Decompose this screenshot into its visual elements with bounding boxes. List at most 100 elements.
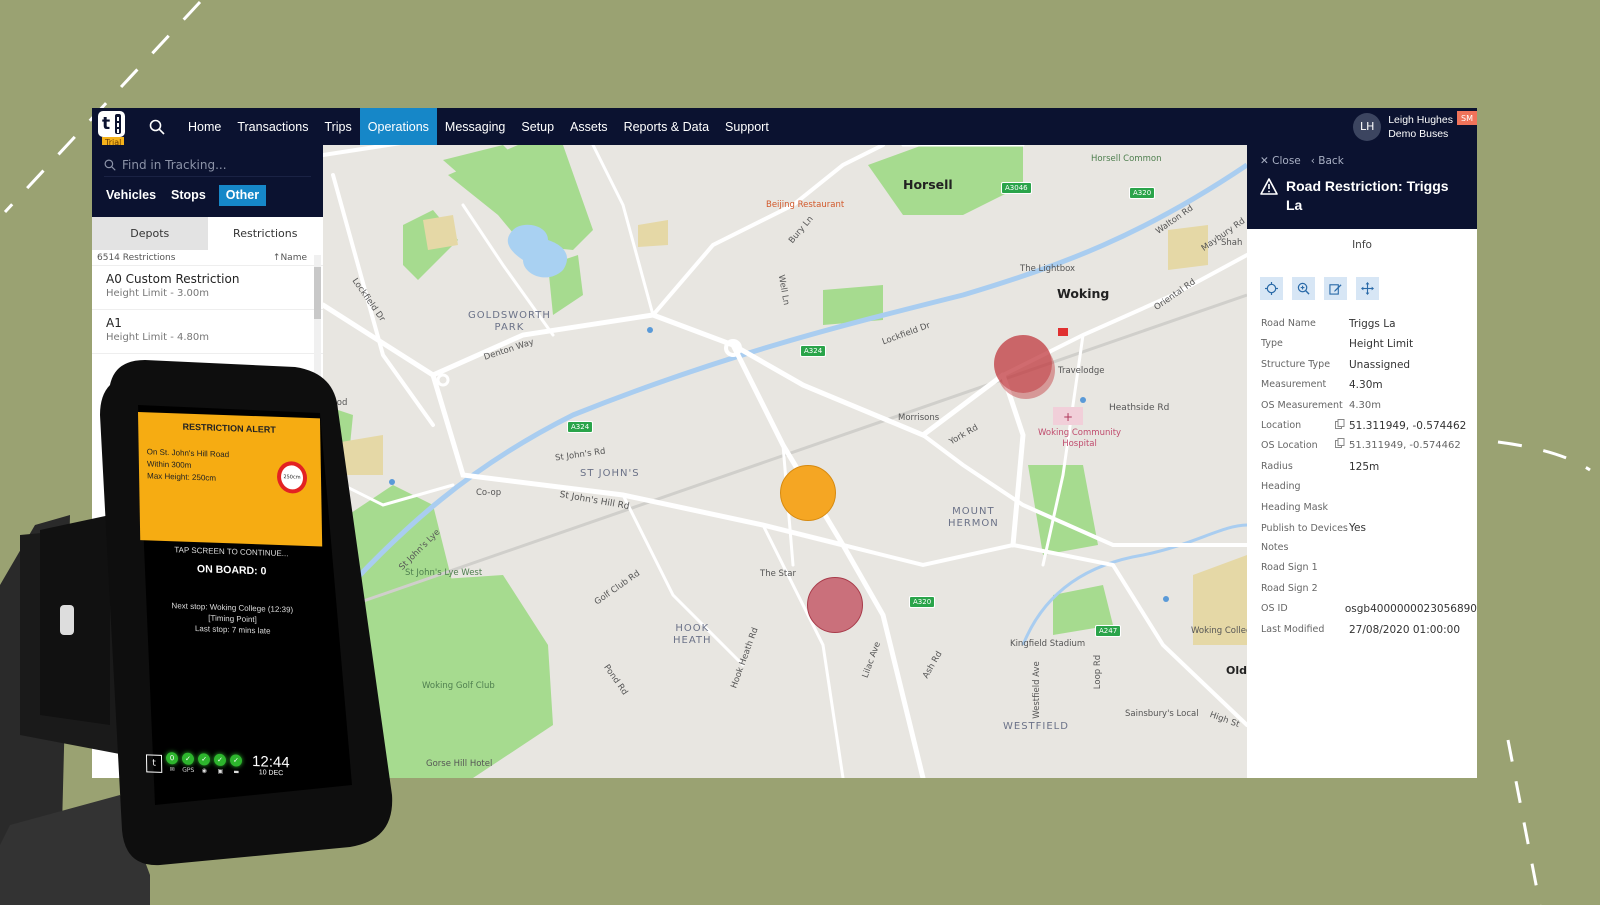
edit-button[interactable] (1324, 277, 1347, 300)
restriction-marker[interactable] (807, 577, 863, 633)
bus-stop-marker[interactable] (1080, 397, 1086, 403)
property-row: Structure Type Unassigned (1261, 355, 1477, 375)
bus-stop-marker[interactable] (389, 479, 395, 485)
property-value-text: 4.30m (1349, 379, 1383, 392)
restriction-marker-selected[interactable] (994, 335, 1052, 393)
zoom-to-button[interactable] (1292, 277, 1315, 300)
app-logo[interactable]: t Trial (96, 108, 132, 148)
poi-woking-golf-club[interactable]: Woking Golf Club (422, 681, 495, 691)
restriction-marker-alert[interactable] (780, 465, 836, 521)
property-value-text: 27/08/2020 01:00:00 (1349, 623, 1461, 636)
device-screen[interactable]: RESTRICTION ALERT On St. John's Hill Roa… (138, 412, 327, 814)
scrollbar-thumb[interactable] (314, 267, 321, 319)
poi-st-johns-lye-west[interactable]: St John's Lye West (405, 568, 482, 578)
property-key: Notes (1261, 542, 1289, 554)
tap-to-continue: TAP SCREEN TO CONTINUE... (174, 545, 289, 559)
search-button[interactable] (142, 108, 172, 145)
poi-gorse-hill-hotel[interactable]: Gorse Hill Hotel (426, 759, 492, 769)
poi-woking-community-hospital[interactable]: Woking Community Hospital (1038, 428, 1121, 450)
mail-icon: ✉ (169, 766, 175, 774)
height-limit-sign-icon: 250cm (276, 460, 308, 494)
poi-sainsburys-local[interactable]: Sainsbury's Local (1125, 709, 1199, 719)
poi-beijing-restaurant[interactable]: Beijing Restaurant (766, 200, 844, 210)
type-tabs: Vehicles Stops Other (104, 185, 311, 206)
poi-the-star[interactable]: The Star (760, 569, 796, 579)
property-key: Last Modified (1261, 623, 1325, 635)
road-shield-a3046: A3046 (1001, 182, 1032, 194)
map-view[interactable]: + Horsell Woking GOLDSWORTH PARK ST JOHN… (323, 145, 1247, 778)
back-button[interactable]: ‹ Back (1311, 155, 1344, 167)
nav-reports-data[interactable]: Reports & Data (616, 108, 717, 145)
list-item[interactable]: A1 Height Limit - 4.80m (92, 310, 323, 354)
road-shield-a320: A320 (1129, 187, 1156, 199)
copy-icon[interactable] (1335, 436, 1345, 456)
tab-vehicles[interactable]: Vehicles (104, 185, 163, 206)
property-value: Height Limit (1349, 334, 1413, 354)
map-label-hook-heath: HOOK HEATH (673, 623, 712, 646)
poi-kingfield-stadium[interactable]: Kingfield Stadium (1010, 639, 1085, 649)
tab-other[interactable]: Other (218, 185, 267, 206)
top-nav-bar: t Trial Home Transactions Trips Operatio… (92, 108, 1477, 148)
sports-area (638, 220, 668, 247)
poi-the-lightbox[interactable]: The Lightbox (1020, 264, 1075, 274)
move-button[interactable] (1356, 277, 1379, 300)
nav-support[interactable]: Support (717, 108, 777, 145)
nav-messaging[interactable]: Messaging (437, 108, 513, 145)
property-key: Radius (1261, 460, 1293, 472)
property-value: 27/08/2020 01:00:00 (1349, 620, 1460, 640)
property-row: Road Sign 1 (1261, 558, 1477, 578)
status-mail[interactable]: 0 ✉ (165, 752, 179, 774)
poi-morrisons[interactable]: Morrisons (898, 413, 939, 423)
property-value-text: 51.311949, -0.574462 (1349, 440, 1461, 452)
zoom-in-icon (1297, 282, 1310, 295)
property-row: Publish to Devices Yes (1261, 518, 1477, 538)
restriction-detail-panel: ✕ Close ‹ Back Road Restriction: Triggs … (1247, 145, 1477, 778)
map-label-old: Old (1226, 664, 1247, 677)
poi-co-op[interactable]: Co-op (476, 488, 501, 498)
property-row: Type Height Limit (1261, 334, 1477, 354)
road-shield-a247: A247 (1095, 625, 1122, 637)
property-value: 4.30m (1349, 375, 1383, 395)
copy-icon[interactable] (1335, 416, 1345, 436)
properties-list: Road Name Triggs La Type Height Limit Struct… (1247, 314, 1477, 640)
property-key: Measurement (1261, 379, 1327, 391)
status-printer[interactable]: ✓ ▬ (229, 754, 243, 776)
poi-food[interactable]: Food (327, 398, 347, 408)
nav-home[interactable]: Home (180, 108, 229, 145)
nav-setup[interactable]: Setup (513, 108, 562, 145)
property-row: Last Modified 27/08/2020 01:00:00 (1261, 620, 1477, 640)
sports-area (423, 215, 458, 250)
property-row: Road Sign 2 (1261, 579, 1477, 599)
status-signal[interactable]: ✓ ◉ (197, 753, 211, 774)
property-value: 51.311949, -0.574462 (1335, 436, 1461, 456)
tracking-search-input[interactable]: Find in Tracking... (104, 153, 311, 177)
restriction-alert-banner[interactable]: RESTRICTION ALERT On St. John's Hill Roa… (138, 412, 323, 547)
close-label: Close (1272, 155, 1301, 167)
close-button[interactable]: ✕ Close (1260, 155, 1301, 167)
tab-stops[interactable]: Stops (169, 185, 213, 206)
property-value-text: 4.30m (1349, 399, 1382, 411)
bus-stop-marker[interactable] (647, 327, 653, 333)
poi-woking-college[interactable]: Woking College (1191, 626, 1247, 636)
status-card[interactable]: ✓ ▣ (213, 753, 227, 775)
property-key: Road Sign 1 (1261, 562, 1318, 574)
poi-horsell-common[interactable]: Horsell Common (1091, 154, 1161, 164)
nav-trips[interactable]: Trips (316, 108, 359, 145)
tab-info[interactable]: Info (1247, 239, 1477, 251)
device-logo-icon: t (145, 754, 163, 773)
nav-assets[interactable]: Assets (562, 108, 616, 145)
user-menu[interactable]: LH Leigh Hughes Demo Buses SM (1353, 108, 1477, 145)
list-item-subtitle: Height Limit - 3.00m (106, 288, 209, 299)
sort-name-button[interactable]: ↑Name (273, 253, 307, 263)
poi-travelodge[interactable]: Travelodge (1058, 366, 1105, 376)
status-gps[interactable]: ✓ GPS (181, 752, 194, 774)
nav-operations[interactable]: Operations (359, 108, 437, 145)
list-item[interactable]: A0 Custom Restriction Height Limit - 3.0… (92, 266, 323, 310)
subtab-depots[interactable]: Depots (92, 217, 208, 250)
locate-button[interactable] (1260, 277, 1283, 300)
search-placeholder: Find in Tracking... (122, 157, 227, 172)
nav-transactions[interactable]: Transactions (229, 108, 316, 145)
subtab-restrictions[interactable]: Restrictions (207, 217, 323, 250)
printer-icon: ▬ (233, 768, 240, 776)
bus-stop-marker[interactable] (1163, 596, 1169, 602)
